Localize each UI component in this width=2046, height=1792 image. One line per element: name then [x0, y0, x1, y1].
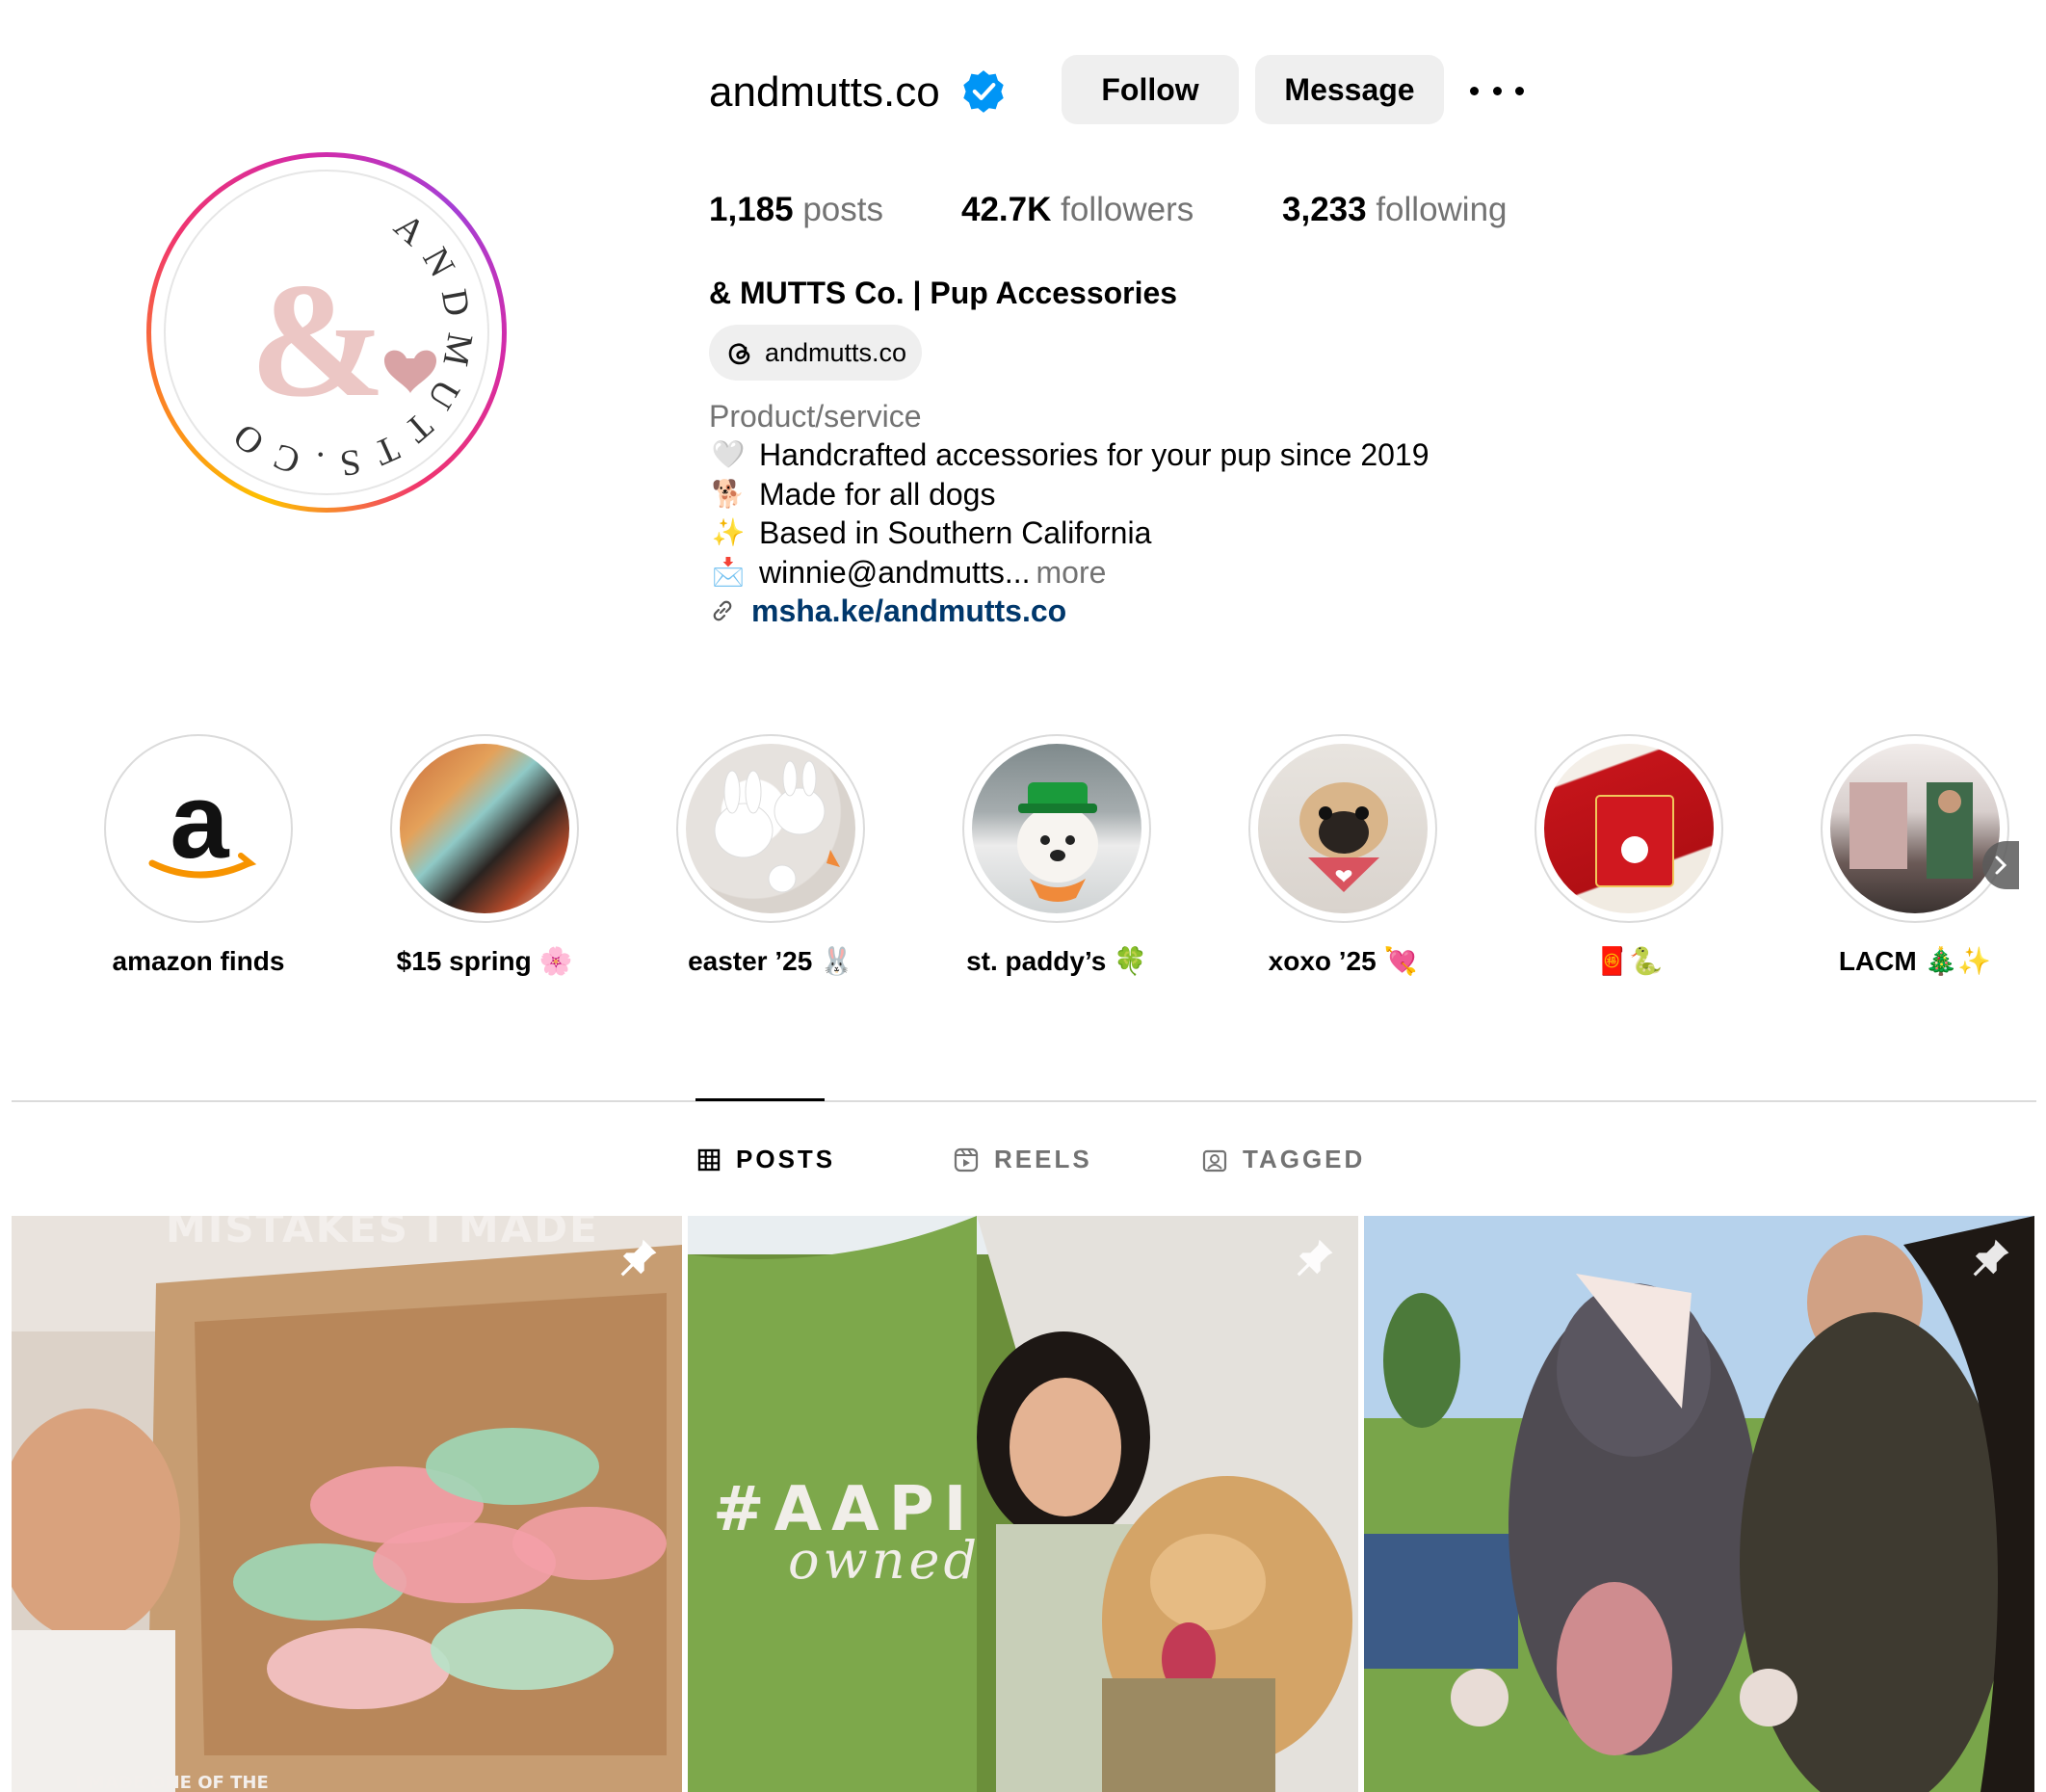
svg-text:a: a [170, 762, 229, 881]
profile-full-name: & MUTTS Co. | Pup Accessories [709, 276, 1178, 310]
red-envelope-icon [1595, 795, 1674, 887]
market-booth-icon [1849, 782, 1973, 879]
verified-badge-icon [963, 70, 1004, 113]
tab-tagged[interactable]: TAGGED [1202, 1145, 1365, 1174]
dog-icon: 🐕 [711, 479, 746, 509]
active-tab-indicator [695, 1098, 825, 1101]
followers-stat[interactable]: 42.7K followers [961, 189, 1194, 231]
profile-link-text: msha.ke/andmutts.co [751, 593, 1067, 628]
bunny-icon [714, 760, 840, 893]
highlight-easter-25[interactable] [676, 734, 865, 923]
avatar-ampersand: & [249, 250, 386, 431]
followers-label: followers [1061, 191, 1194, 228]
post-image [1364, 1216, 2034, 1792]
highlight-label: xoxo ’25 💘 [1268, 946, 1418, 976]
profile-username: andmutts.co [709, 68, 940, 116]
highlight-amazon-finds[interactable]: a [104, 734, 293, 923]
following-count: 3,233 [1282, 191, 1367, 228]
link-icon [713, 600, 732, 621]
tagged-icon [1202, 1149, 1227, 1172]
bio-line: ✨ Based in Southern California [709, 514, 1152, 552]
posts-count: 1,185 [709, 191, 794, 228]
message-button[interactable]: Message [1255, 55, 1444, 124]
post-tile[interactable]: MISTAKES I MADE I MADE ONE OF THE [12, 1216, 682, 1792]
post-tile[interactable] [1364, 1216, 2034, 1792]
pin-icon [620, 1239, 657, 1277]
tab-posts[interactable]: POSTS [697, 1145, 835, 1174]
dog-with-hat-icon [1017, 782, 1098, 902]
post-overlay-text: I MADE ONE OF THE [75, 1773, 269, 1792]
chevron-right-icon [1995, 856, 2007, 875]
highlight-label: st. paddy’s 🍀 [966, 946, 1147, 976]
threads-link[interactable]: andmutts.co [709, 325, 923, 381]
bio-line: 🐕 Made for all dogs [709, 475, 996, 514]
post-image [12, 1216, 682, 1792]
more-options-button[interactable] [1470, 71, 1524, 110]
tabs-divider [12, 1100, 2036, 1102]
highlight-xoxo-25[interactable] [1248, 734, 1437, 923]
pin-icon [1973, 1239, 2009, 1277]
envelope-icon: 📩 [711, 557, 746, 587]
highlight-label: 🧧🐍 [1595, 946, 1663, 976]
bio-more-button[interactable]: more [1036, 553, 1107, 592]
post-overlay-text: MISTAKES I MADE [166, 1216, 599, 1252]
bio-text: Made for all dogs [759, 477, 996, 512]
grid-icon [697, 1148, 721, 1171]
reels-icon [954, 1147, 979, 1172]
highlight-lacm[interactable] [1821, 734, 2009, 923]
tab-reels[interactable]: REELS [954, 1145, 1092, 1174]
threads-handle: andmutts.co [765, 337, 907, 367]
dot-icon [1470, 86, 1479, 95]
threads-icon [728, 343, 750, 365]
bio-text: Handcrafted accessories for your pup sin… [759, 437, 1430, 472]
followers-count: 42.7K [961, 191, 1052, 228]
profile-avatar[interactable]: ANDMUTTS.CO & [146, 152, 507, 513]
post-tile[interactable]: #AAPI owned [688, 1216, 1358, 1792]
highlight-label: LACM 🎄✨ [1838, 946, 1992, 976]
tab-reels-label: REELS [994, 1145, 1092, 1173]
profile-link[interactable]: msha.ke/andmutts.co [709, 592, 1066, 630]
highlight-15-spring[interactable] [390, 734, 579, 923]
sparkles-icon: ✨ [711, 517, 746, 547]
follow-button[interactable]: Follow [1062, 55, 1239, 124]
pug-icon [1299, 782, 1388, 892]
following-label: following [1376, 191, 1508, 228]
following-stat[interactable]: 3,233 following [1282, 189, 1508, 231]
tab-posts-label: POSTS [736, 1145, 836, 1173]
highlight-st-paddys[interactable] [962, 734, 1151, 923]
tab-tagged-label: TAGGED [1243, 1145, 1366, 1173]
posts-label: posts [802, 191, 883, 228]
bio-line: 📩 winnie@andmutts... more [709, 553, 1107, 592]
highlight-lunar-new-year[interactable] [1534, 734, 1723, 923]
bio-text: winnie@andmutts... [759, 555, 1031, 590]
post-overlay-script: owned [788, 1530, 982, 1591]
bio-text: Based in Southern California [759, 515, 1152, 550]
bio-line: 🤍 Handcrafted accessories for your pup s… [709, 435, 1430, 474]
highlight-label: $15 spring 🌸 [396, 946, 573, 976]
profile-category: Product/service [709, 399, 922, 434]
highlight-label: amazon finds [112, 946, 285, 976]
posts-stat: 1,185 posts [709, 189, 883, 231]
white-heart-icon: 🤍 [711, 439, 746, 469]
amazon-logo-icon: a [148, 762, 257, 881]
dot-icon [1492, 86, 1502, 95]
highlight-label: easter ’25 🐰 [688, 946, 853, 976]
pin-icon [1297, 1239, 1333, 1277]
avatar-logo: ANDMUTTS.CO & [164, 170, 489, 495]
dot-icon [1515, 86, 1524, 95]
